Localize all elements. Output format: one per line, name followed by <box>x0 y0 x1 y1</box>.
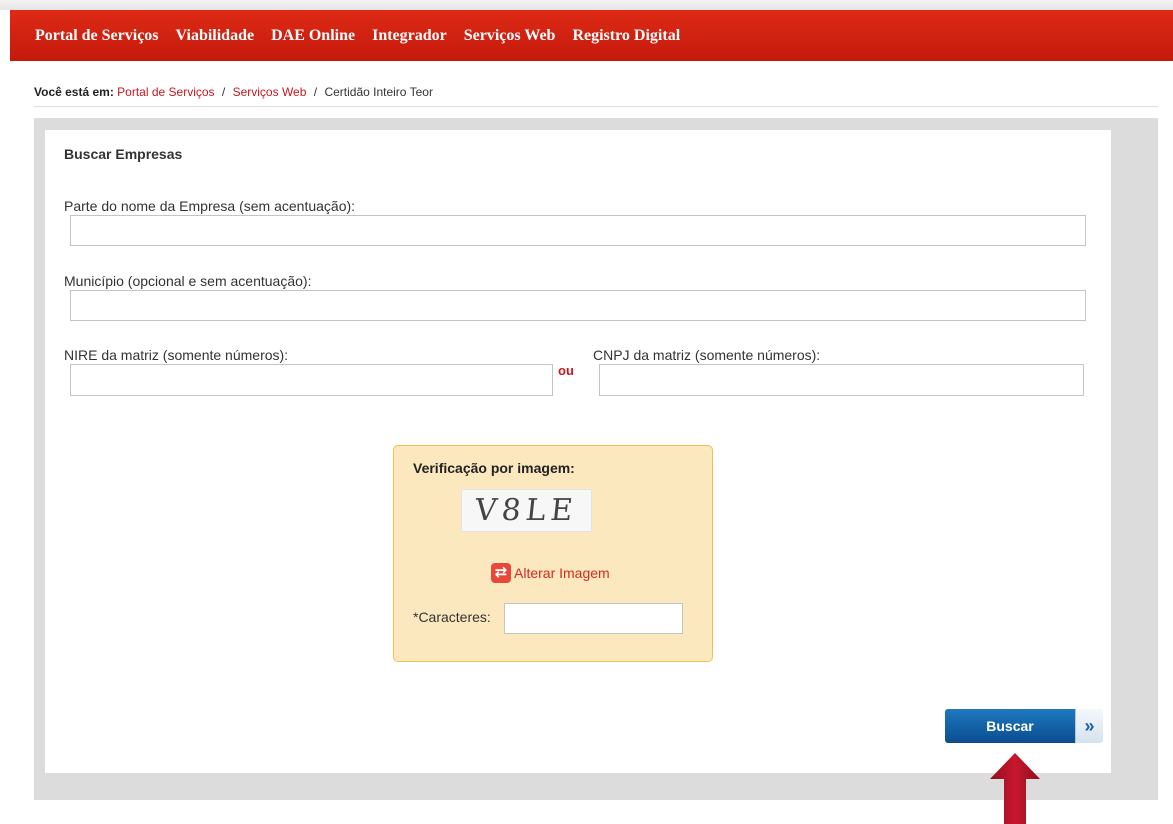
nire-input[interactable] <box>70 364 553 396</box>
captcha-text: V8LE <box>473 493 580 528</box>
breadcrumb-link-portal[interactable]: Portal de Serviços <box>117 85 214 99</box>
captcha-chars-input[interactable] <box>504 603 683 634</box>
section-title: Buscar Empresas <box>64 146 183 162</box>
nav-integrador[interactable]: Integrador <box>372 27 447 45</box>
cnpj-label: CNPJ da matriz (somente números): <box>593 347 821 363</box>
breadcrumb-link-servicos-web[interactable]: Serviços Web <box>233 85 307 99</box>
page: Portal de Serviços Viabilidade DAE Onlin… <box>0 0 1173 824</box>
company-name-label: Parte do nome da Empresa (sem acentuação… <box>64 198 356 214</box>
refresh-captcha-link[interactable]: ⇄ Alterar Imagem <box>491 563 610 583</box>
or-separator: ou <box>558 363 574 378</box>
cnpj-input[interactable] <box>599 364 1084 396</box>
city-input[interactable] <box>70 290 1086 321</box>
nav-portal-de-servicos[interactable]: Portal de Serviços <box>35 27 159 45</box>
captcha-box: Verificação por imagem: V8LE ⇄ Alterar I… <box>393 445 713 662</box>
nav-servicos-web[interactable]: Serviços Web <box>464 27 556 45</box>
browser-top-strip <box>0 0 1173 10</box>
nav-viabilidade[interactable]: Viabilidade <box>176 27 255 45</box>
city-label: Município (opcional e sem acentuação): <box>64 273 312 289</box>
breadcrumb-separator: / <box>221 85 226 99</box>
nire-label: NIRE da matriz (somente números): <box>64 347 289 363</box>
breadcrumb-prefix: Você está em: <box>34 85 114 99</box>
captcha-image: V8LE <box>461 489 592 532</box>
top-navigation: Portal de Serviços Viabilidade DAE Onlin… <box>10 10 1173 61</box>
refresh-icon[interactable]: ⇄ <box>491 563 511 583</box>
search-button-label[interactable]: Buscar <box>945 709 1075 743</box>
refresh-captcha-label[interactable]: Alterar Imagem <box>514 565 610 581</box>
breadcrumb: Você está em: Portal de Serviços / Servi… <box>34 85 433 99</box>
company-name-input[interactable] <box>70 215 1086 246</box>
breadcrumb-current: Certidão Inteiro Teor <box>324 85 433 99</box>
breadcrumb-separator: / <box>313 85 318 99</box>
breadcrumb-divider <box>34 106 1158 107</box>
nav-dae-online[interactable]: DAE Online <box>271 27 355 45</box>
nav-registro-digital[interactable]: Registro Digital <box>572 27 680 45</box>
search-button[interactable]: Buscar » <box>945 709 1103 743</box>
captcha-chars-label: *Caracteres: <box>413 609 491 625</box>
double-chevron-right-icon[interactable]: » <box>1075 709 1103 743</box>
up-arrow-icon <box>990 753 1040 824</box>
captcha-title: Verificação por imagem: <box>413 460 575 476</box>
